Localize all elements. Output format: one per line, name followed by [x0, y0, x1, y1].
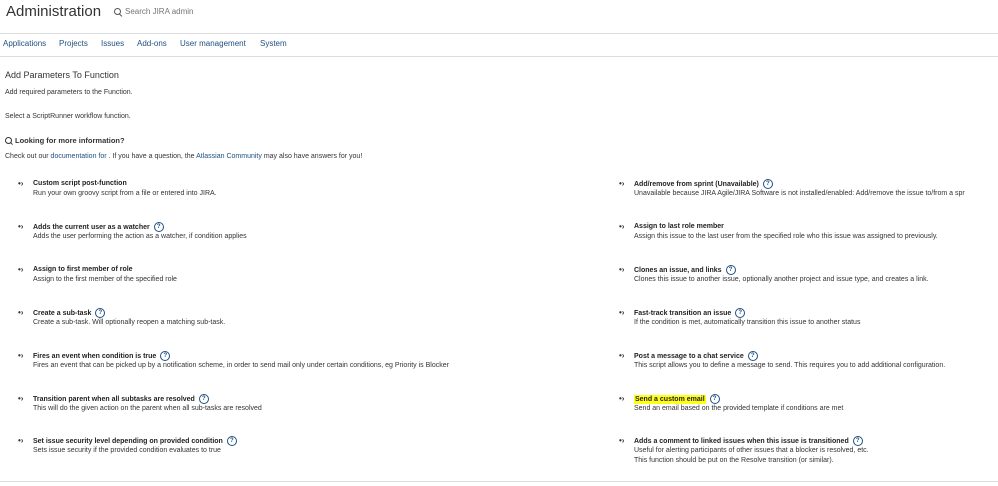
- help-icon[interactable]: ?: [198, 394, 209, 404]
- atlassian-community-link[interactable]: Atlassian Community: [196, 153, 262, 160]
- help-icon[interactable]: ?: [762, 179, 773, 189]
- info-middle: If you have a question, the: [112, 153, 195, 160]
- function-description: Sets issue security if the provided cond…: [33, 447, 221, 454]
- function-description: Create a sub-task. Will optionally reope…: [33, 319, 226, 326]
- admin-search[interactable]: [114, 7, 255, 16]
- function-description: Useful for alerting participants of othe…: [634, 447, 869, 454]
- function-description: Send an email based on the provided temp…: [634, 405, 844, 412]
- admin-nav: Applications Projects Issues Add-ons Use…: [0, 34, 998, 57]
- highlighted-function-name[interactable]: Send a custom email: [634, 394, 706, 404]
- arrow-icon: •›: [619, 308, 625, 317]
- help-icon[interactable]: ?: [95, 308, 106, 318]
- search-input[interactable]: [125, 7, 255, 16]
- function-name[interactable]: Add/remove from sprint (Unavailable)?: [634, 179, 773, 189]
- function-description: Assign this issue to the last user from …: [634, 233, 938, 240]
- arrow-icon: •›: [18, 394, 24, 403]
- arrow-icon: •›: [18, 265, 24, 274]
- function-description: Clones this issue to another issue, opti…: [634, 276, 929, 283]
- help-icon[interactable]: ?: [226, 436, 237, 446]
- function-description-line2: This function should be put on the Resol…: [634, 457, 834, 464]
- info-text: Check out our documentation for . If you…: [5, 153, 362, 160]
- arrow-icon: •›: [18, 308, 24, 317]
- function-name[interactable]: Adds the current user as a watcher?: [33, 222, 164, 232]
- info-heading-text: Looking for more information?: [15, 136, 125, 145]
- help-icon[interactable]: ?: [725, 265, 736, 275]
- function-description: This script allows you to define a messa…: [634, 362, 946, 369]
- function-name[interactable]: Post a message to a chat service?: [634, 351, 758, 361]
- nav-projects[interactable]: Projects: [59, 39, 88, 48]
- divider: [0, 481, 998, 482]
- function-name[interactable]: Fires an event when condition is true?: [33, 351, 171, 361]
- arrow-icon: •›: [18, 222, 24, 231]
- arrow-icon: •›: [619, 394, 625, 403]
- function-name[interactable]: Adds a comment to linked issues when thi…: [634, 436, 863, 446]
- help-icon[interactable]: ?: [160, 351, 171, 361]
- function-name[interactable]: Create a sub-task?: [33, 308, 106, 318]
- arrow-icon: •›: [18, 351, 24, 360]
- documentation-link[interactable]: documentation for .: [51, 153, 111, 160]
- arrow-icon: •›: [619, 351, 625, 360]
- nav-applications[interactable]: Applications: [3, 39, 46, 48]
- function-name[interactable]: Assign to last role member: [634, 222, 724, 231]
- info-prefix: Check out our: [5, 153, 49, 160]
- intro-text: Add required parameters to the Function.: [5, 89, 133, 96]
- arrow-icon: •›: [619, 265, 625, 274]
- function-name[interactable]: Fast-track transition an issue?: [634, 308, 746, 318]
- help-icon[interactable]: ?: [153, 222, 164, 232]
- function-name[interactable]: Set issue security level depending on pr…: [33, 436, 237, 446]
- arrow-icon: •›: [18, 436, 24, 445]
- top-bar: Administration: [0, 0, 998, 34]
- function-name[interactable]: Transition parent when all subtasks are …: [33, 394, 209, 404]
- help-icon[interactable]: ?: [747, 351, 758, 361]
- function-description: This will do the given action on the par…: [33, 405, 262, 412]
- help-icon[interactable]: ?: [709, 394, 720, 404]
- function-description: Adds the user performing the action as a…: [33, 233, 247, 240]
- function-description: Assign to the first member of the specif…: [33, 276, 177, 283]
- help-icon[interactable]: ?: [852, 436, 863, 446]
- function-description: Unavailable because JIRA Agile/JIRA Soft…: [634, 190, 965, 197]
- function-name[interactable]: Send a custom email?: [634, 394, 720, 404]
- search-icon: [114, 8, 121, 15]
- help-icon[interactable]: ?: [735, 308, 746, 318]
- arrow-icon: •›: [619, 179, 625, 188]
- function-name[interactable]: Custom script post-function: [33, 179, 127, 188]
- page-title: Add Parameters To Function: [5, 70, 119, 80]
- nav-system[interactable]: System: [260, 39, 287, 48]
- function-description: Run your own groovy script from a file o…: [33, 190, 217, 197]
- info-heading: Looking for more information?: [5, 136, 125, 145]
- function-description: Fires an event that can be picked up by …: [33, 362, 449, 369]
- arrow-icon: •›: [18, 179, 24, 188]
- function-name[interactable]: Assign to first member of role: [33, 265, 133, 274]
- function-name[interactable]: Clones an issue, and links?: [634, 265, 736, 275]
- page-header-title: Administration: [6, 3, 102, 20]
- magnifier-icon: [5, 137, 12, 144]
- nav-add-ons[interactable]: Add-ons: [137, 39, 167, 48]
- arrow-icon: •›: [619, 222, 625, 231]
- select-instruction: Select a ScriptRunner workflow function.: [5, 113, 131, 120]
- nav-issues[interactable]: Issues: [101, 39, 124, 48]
- arrow-icon: •›: [619, 436, 625, 445]
- info-suffix: may also have answers for you!: [263, 153, 363, 160]
- nav-user-management[interactable]: User management: [180, 39, 246, 48]
- function-description: If the condition is met, automatically t…: [634, 319, 861, 326]
